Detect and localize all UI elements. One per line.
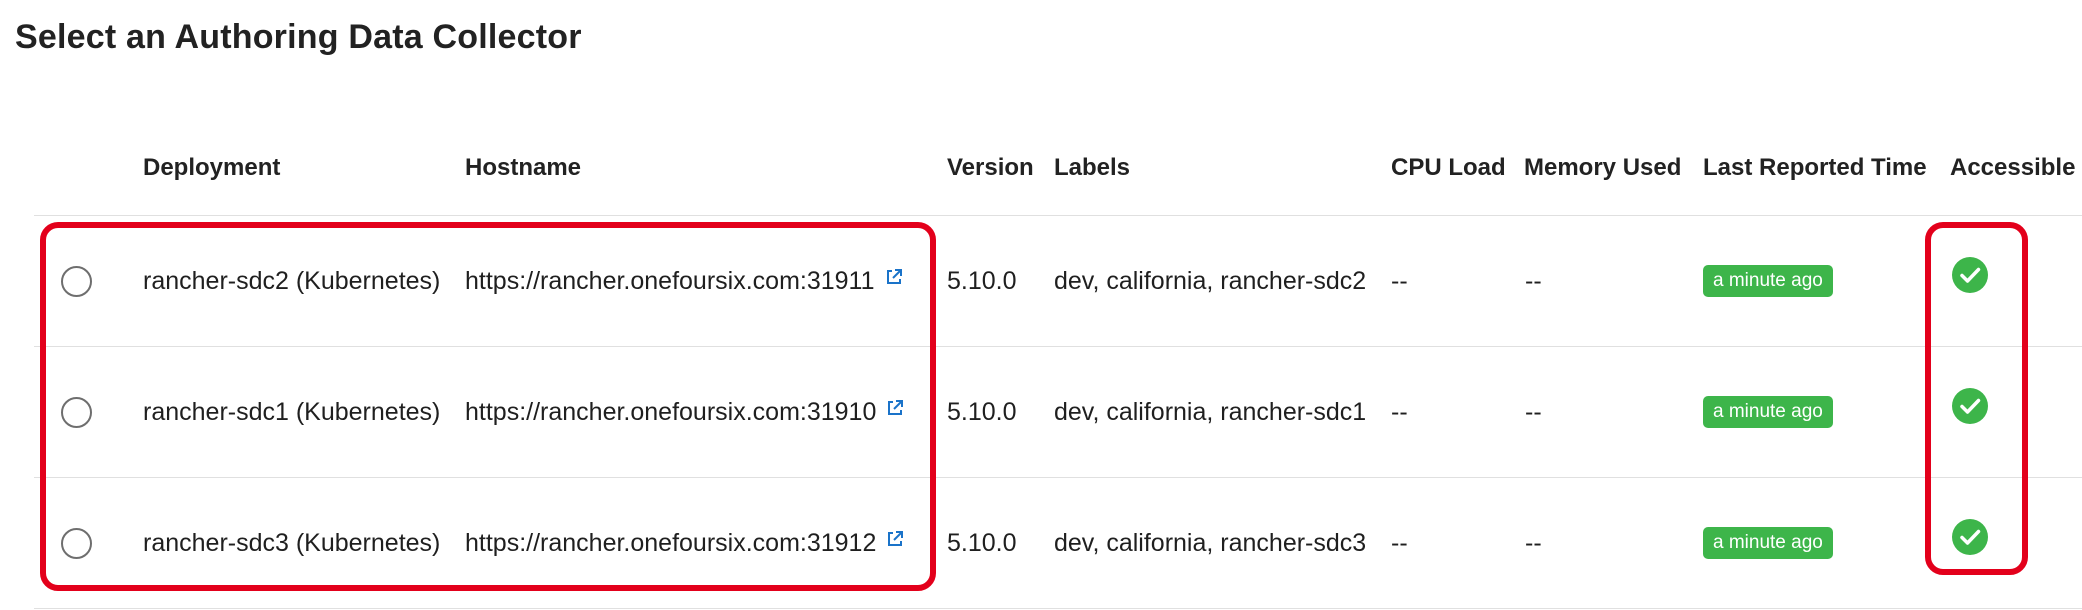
external-link-icon[interactable]: [886, 530, 904, 548]
row-radio-button[interactable]: [61, 265, 92, 297]
version-cell: 5.10.0: [947, 397, 1017, 426]
deployment-cell: rancher-sdc1 (Kubernetes): [143, 397, 441, 426]
column-header-cpu-load[interactable]: CPU Load: [1391, 154, 1506, 182]
page-title: Select an Authoring Data Collector: [15, 18, 582, 56]
accessible-cell: [1952, 341, 1988, 471]
cpu-load-cell: --: [1391, 528, 1408, 557]
page: Select an Authoring Data Collector Deplo…: [0, 0, 2082, 610]
memory-used-cell: --: [1525, 528, 1542, 557]
memory-used-cell: --: [1525, 266, 1542, 295]
hostname-cell: https://rancher.onefoursix.com:31910: [465, 347, 904, 477]
last-reported-badge: a minute ago: [1703, 396, 1833, 428]
cpu-load-cell: --: [1391, 266, 1408, 295]
last-reported-cell: a minute ago: [1703, 347, 1833, 477]
accessible-cell: [1952, 472, 1988, 602]
last-reported-badge: a minute ago: [1703, 527, 1833, 559]
check-circle-icon: [1952, 519, 1988, 555]
labels-cell: dev, california, rancher-sdc1: [1054, 397, 1367, 426]
row-select-cell: [61, 216, 92, 346]
hostname-cell: https://rancher.onefoursix.com:31911: [465, 216, 903, 346]
column-header-last-reported-time[interactable]: Last Reported Time: [1703, 154, 1927, 182]
hostname-link[interactable]: https://rancher.onefoursix.com:31912: [465, 529, 876, 558]
column-header-accessible[interactable]: Accessible: [1950, 154, 2075, 182]
external-link-icon[interactable]: [886, 399, 904, 417]
row-radio-button[interactable]: [61, 396, 92, 428]
check-circle-icon: [1952, 257, 1988, 293]
cpu-load-cell: --: [1391, 397, 1408, 426]
accessible-cell: [1952, 210, 1988, 340]
column-header-hostname[interactable]: Hostname: [465, 154, 581, 182]
version-cell: 5.10.0: [947, 266, 1017, 295]
labels-cell: dev, california, rancher-sdc3: [1054, 528, 1367, 557]
column-header-labels[interactable]: Labels: [1054, 154, 1130, 182]
row-radio-button[interactable]: [61, 527, 92, 559]
deployment-cell: rancher-sdc3 (Kubernetes): [143, 528, 441, 557]
hostname-cell: https://rancher.onefoursix.com:31912: [465, 478, 904, 608]
last-reported-cell: a minute ago: [1703, 478, 1833, 608]
version-cell: 5.10.0: [947, 528, 1017, 557]
deployment-cell: rancher-sdc2 (Kubernetes): [143, 266, 441, 295]
labels-cell: dev, california, rancher-sdc2: [1054, 266, 1367, 295]
external-link-icon[interactable]: [885, 268, 903, 286]
table-row[interactable]: rancher-sdc3 (Kubernetes) https://ranche…: [34, 478, 2082, 609]
table-row[interactable]: rancher-sdc1 (Kubernetes) https://ranche…: [34, 347, 2082, 478]
row-select-cell: [61, 347, 92, 477]
column-header-deployment[interactable]: Deployment: [143, 154, 280, 182]
row-select-cell: [61, 478, 92, 608]
memory-used-cell: --: [1525, 397, 1542, 426]
table-row[interactable]: rancher-sdc2 (Kubernetes) https://ranche…: [34, 216, 2082, 347]
hostname-link[interactable]: https://rancher.onefoursix.com:31911: [465, 267, 875, 296]
last-reported-cell: a minute ago: [1703, 216, 1833, 346]
column-header-memory-used[interactable]: Memory Used: [1524, 154, 1681, 182]
column-header-version[interactable]: Version: [947, 154, 1034, 182]
hostname-link[interactable]: https://rancher.onefoursix.com:31910: [465, 398, 876, 427]
last-reported-badge: a minute ago: [1703, 265, 1833, 297]
check-circle-icon: [1952, 388, 1988, 424]
